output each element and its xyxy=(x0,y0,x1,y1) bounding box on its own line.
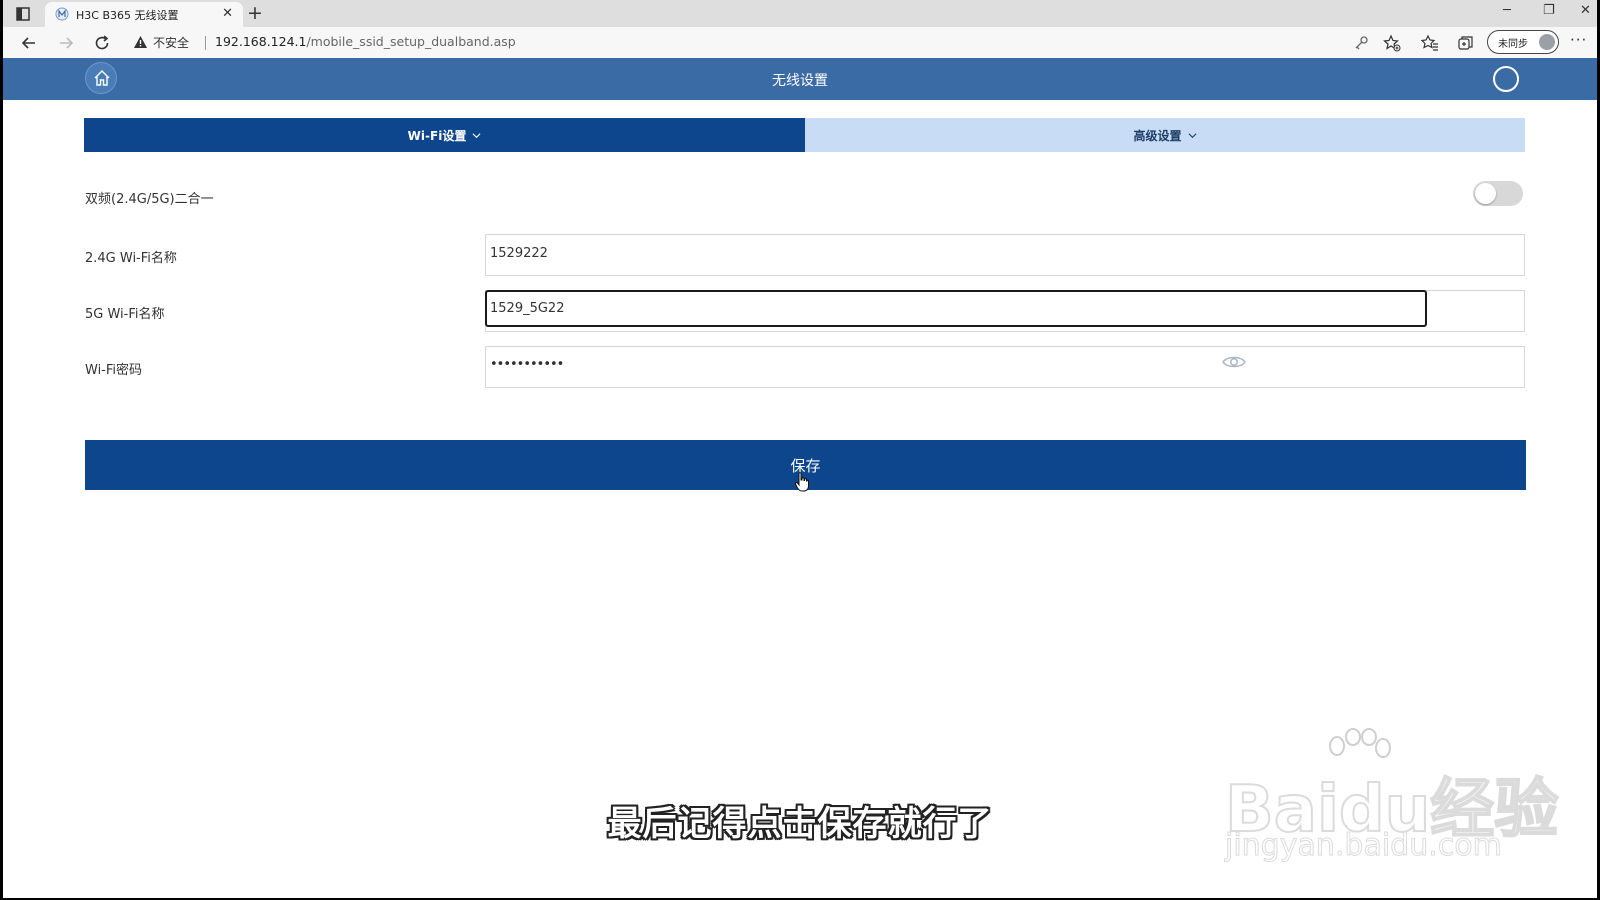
baidu-watermark: Baidu经验 jingyan.baidu.com xyxy=(1224,728,1559,878)
back-icon[interactable] xyxy=(19,33,39,53)
collections-icon[interactable] xyxy=(1457,34,1475,52)
app-header: 无线设置 xyxy=(3,58,1597,100)
site-favicon-icon xyxy=(55,7,69,21)
settings-tabs: Wi-Fi设置 高级设置 xyxy=(84,118,1525,152)
insecure-label[interactable]: 不安全 xyxy=(153,34,189,51)
minimize-button[interactable]: ─ xyxy=(1503,3,1511,18)
chevron-down-icon xyxy=(1188,132,1196,138)
browser-toolbar: 不安全 192.168.124.1/mobile_ssid_setup_dual… xyxy=(3,27,1597,58)
tab-advanced-settings-label: 高级设置 xyxy=(1133,128,1182,143)
wifi-password-value: ••••••••••• xyxy=(490,357,564,372)
avatar-icon xyxy=(1539,34,1555,50)
tab-wifi-settings-label: Wi-Fi设置 xyxy=(407,128,467,143)
profile-button[interactable]: 未同步 xyxy=(1487,30,1559,54)
wifi5-name-label: 5G Wi-Fi名称 xyxy=(85,307,165,322)
close-window-button[interactable]: ✕ xyxy=(1580,3,1591,18)
wifi5-name-value: 1529_5G22 xyxy=(490,301,565,316)
url-path: /mobile_ssid_setup_dualband.asp xyxy=(306,34,516,49)
wifi-password-field[interactable] xyxy=(485,346,1525,388)
tab-title: H3C B365 无线设置 xyxy=(76,9,179,22)
address-bar[interactable]: 192.168.124.1/mobile_ssid_setup_dualband… xyxy=(215,34,516,49)
restore-button[interactable]: ❐ xyxy=(1543,3,1555,18)
address-separator xyxy=(205,36,206,50)
watermark-url: jingyan.baidu.com xyxy=(1225,828,1503,864)
wifi5-name-field[interactable] xyxy=(485,290,1427,327)
dualband-label: 双频(2.4G/5G)二合一 xyxy=(85,192,214,207)
warning-icon[interactable] xyxy=(133,35,148,49)
screen: H3C B365 无线设置 ✕ + ─ ❐ ✕ 不安全 192.168.124.… xyxy=(3,0,1597,898)
chevron-down-icon xyxy=(472,132,481,138)
eye-icon[interactable] xyxy=(1222,354,1246,370)
more-menu-icon[interactable]: ··· xyxy=(1570,31,1587,49)
favorites-icon[interactable] xyxy=(1421,34,1439,52)
hand-cursor-icon xyxy=(795,472,809,492)
wifi24-name-value: 1529222 xyxy=(490,246,548,261)
forward-icon[interactable] xyxy=(56,33,76,53)
refresh-icon[interactable] xyxy=(1493,66,1519,92)
url-host: 192.168.124.1 xyxy=(215,34,307,49)
dualband-toggle[interactable] xyxy=(1473,181,1523,206)
profile-sync-label: 未同步 xyxy=(1498,39,1528,50)
tab-actions-icon[interactable] xyxy=(15,6,31,22)
add-favorite-icon[interactable] xyxy=(1383,34,1401,52)
page-title: 无线设置 xyxy=(772,73,828,89)
toggle-knob xyxy=(1475,183,1496,204)
reload-icon[interactable] xyxy=(92,33,112,53)
tab-wifi-settings[interactable]: Wi-Fi设置 xyxy=(84,118,805,152)
browser-tab-strip: H3C B365 无线设置 ✕ + ─ ❐ ✕ xyxy=(3,0,1597,27)
browser-tab[interactable]: H3C B365 无线设置 ✕ xyxy=(45,2,243,27)
wifi24-name-label: 2.4G Wi-Fi名称 xyxy=(85,251,177,266)
new-tab-button[interactable]: + xyxy=(247,2,263,24)
tab-close-icon[interactable]: ✕ xyxy=(222,6,233,21)
password-key-icon[interactable] xyxy=(1352,34,1370,52)
wifi-password-label: Wi-Fi密码 xyxy=(85,363,143,378)
wifi24-name-field[interactable] xyxy=(485,234,1525,276)
tab-advanced-settings[interactable]: 高级设置 xyxy=(805,118,1525,152)
